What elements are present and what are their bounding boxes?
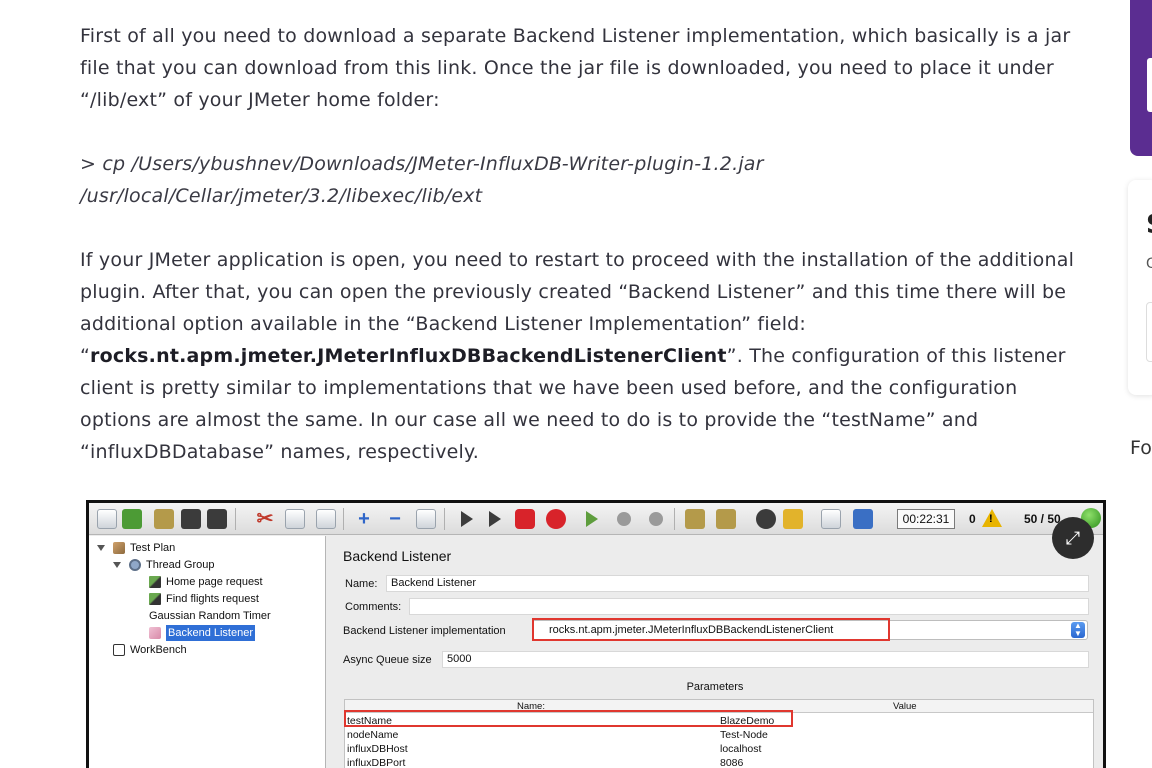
- tree-item-label: Backend Listener: [166, 625, 255, 641]
- impl-highlight-box: [532, 618, 890, 641]
- reset-search-icon: [783, 509, 803, 529]
- sidebar-card-subtext: G: [1146, 256, 1152, 272]
- column-header-value: Value: [893, 701, 917, 712]
- new-icon: [97, 509, 117, 529]
- parameters-title: Parameters: [686, 681, 744, 693]
- tree-item-label: Test Plan: [130, 542, 176, 554]
- help-icon: [853, 509, 873, 529]
- copy-icon: [285, 509, 305, 529]
- templates-icon: [122, 509, 142, 529]
- start-no-pause-icon: [489, 511, 501, 527]
- save-as-icon: [207, 509, 227, 529]
- warning-icon: [982, 509, 1002, 527]
- test-plan-tree: Test Plan Thread Group Home page request…: [89, 536, 969, 768]
- sidebar-promo-button[interactable]: [1147, 58, 1152, 112]
- toggle-icon: [416, 509, 436, 529]
- tree-item-label: Home page request: [166, 576, 263, 588]
- sampler-icon: [149, 576, 161, 588]
- shutdown-icon: [546, 509, 566, 529]
- param-value: localhost: [720, 743, 762, 755]
- collapse-icon: −: [389, 508, 401, 530]
- error-count: 0: [969, 512, 976, 526]
- jmeter-toolbar: ✂ + − 00:22:31 0 50 / 50: [89, 503, 1103, 535]
- table-row[interactable]: influxDBPort 8086: [345, 756, 1093, 768]
- sidebar-card-heading: S: [1146, 210, 1152, 240]
- impl-label: Backend Listener implementation: [343, 625, 506, 637]
- sidebar-follow-heading: Fo: [1130, 437, 1152, 459]
- elapsed-timer: 00:22:31: [897, 509, 955, 529]
- tree-item-thread-group[interactable]: Thread Group: [113, 557, 214, 573]
- active-threads: 50 / 50: [1024, 512, 1061, 526]
- tree-item-workbench[interactable]: WorkBench: [113, 642, 187, 658]
- sampler-icon: [149, 593, 161, 605]
- async-queue-label: Async Queue size: [343, 654, 432, 666]
- tree-item-label: Thread Group: [146, 559, 215, 571]
- param-name: influxDBPort: [347, 757, 406, 768]
- sidebar-card-input[interactable]: [1146, 302, 1152, 362]
- sidebar-promo-banner[interactable]: [1130, 0, 1152, 156]
- tree-item-find-flights-request[interactable]: Find flights request: [149, 591, 259, 607]
- remote-shutdown-icon: [649, 512, 663, 526]
- table-row[interactable]: nodeName Test-Node: [345, 728, 1093, 742]
- expand-icon: +: [358, 508, 370, 530]
- comments-label: Comments:: [345, 601, 402, 613]
- thread-group-icon: [129, 559, 141, 571]
- tree-item-backend-listener[interactable]: Backend Listener: [149, 625, 255, 641]
- article-bold-classname: rocks.nt.apm.jmeter.JMeterInfluxDBBacken…: [90, 345, 727, 367]
- remote-start-icon: [586, 511, 598, 527]
- paste-icon: [316, 509, 336, 529]
- param-name: influxDBHost: [347, 743, 408, 755]
- article-body: First of all you need to download a sepa…: [80, 20, 1090, 500]
- collapse-arrow-icon[interactable]: [97, 545, 105, 551]
- save-icon: [181, 509, 201, 529]
- select-arrows-icon[interactable]: ▲ ▼: [1071, 622, 1085, 638]
- listener-icon: [149, 627, 161, 639]
- tree-item-label: Find flights request: [166, 593, 259, 605]
- table-row[interactable]: influxDBHost localhost: [345, 742, 1093, 756]
- param-value: Test-Node: [720, 729, 768, 741]
- workbench-icon: [113, 644, 125, 656]
- clear-all-icon: [716, 509, 736, 529]
- function-helper-icon: [821, 509, 841, 529]
- name-field[interactable]: Backend Listener: [386, 575, 1089, 592]
- article-command: > cp /Users/ybushnev/Downloads/JMeter-In…: [80, 153, 764, 207]
- search-icon: [756, 509, 776, 529]
- tree-item-label: Gaussian Random Timer: [149, 610, 271, 622]
- jmeter-screenshot: ✂ + − 00:22:31 0 50 / 50 ⤢ Test Plan Thr…: [86, 500, 1106, 768]
- expand-image-icon[interactable]: ⤢: [1052, 517, 1094, 559]
- toolbar-separator: [444, 508, 445, 530]
- param-name: nodeName: [347, 729, 399, 741]
- remote-stop-icon: [617, 512, 631, 526]
- open-icon: [154, 509, 174, 529]
- backend-listener-panel: Backend Listener Name: Backend Listener …: [327, 536, 1103, 768]
- tree-item-label: WorkBench: [130, 644, 187, 656]
- stop-icon: [515, 509, 535, 529]
- article-paragraph-download: First of all you need to download a sepa…: [80, 25, 1071, 111]
- test-plan-icon: [113, 542, 125, 554]
- name-label: Name:: [345, 578, 378, 590]
- sidebar-subscribe-card: S G: [1128, 180, 1152, 395]
- clear-icon: [685, 509, 705, 529]
- tree-item-home-page-request[interactable]: Home page request: [149, 574, 263, 590]
- toolbar-separator: [674, 508, 675, 530]
- tree-item-gaussian-random-timer[interactable]: Gaussian Random Timer: [149, 608, 969, 626]
- article-paragraph-restart: If your JMeter application is open, you …: [80, 244, 1090, 468]
- start-icon: [461, 511, 473, 527]
- toolbar-separator: [343, 508, 344, 530]
- cut-icon: ✂: [256, 508, 274, 530]
- param-value: 8086: [720, 757, 744, 768]
- tree-item-test-plan[interactable]: Test Plan: [97, 540, 175, 556]
- async-queue-field[interactable]: 5000: [442, 651, 1089, 668]
- toolbar-separator: [235, 508, 236, 530]
- testname-highlight-box: [344, 710, 793, 727]
- panel-title: Backend Listener: [343, 548, 452, 564]
- collapse-arrow-icon[interactable]: [113, 562, 121, 568]
- comments-field[interactable]: [409, 598, 1089, 615]
